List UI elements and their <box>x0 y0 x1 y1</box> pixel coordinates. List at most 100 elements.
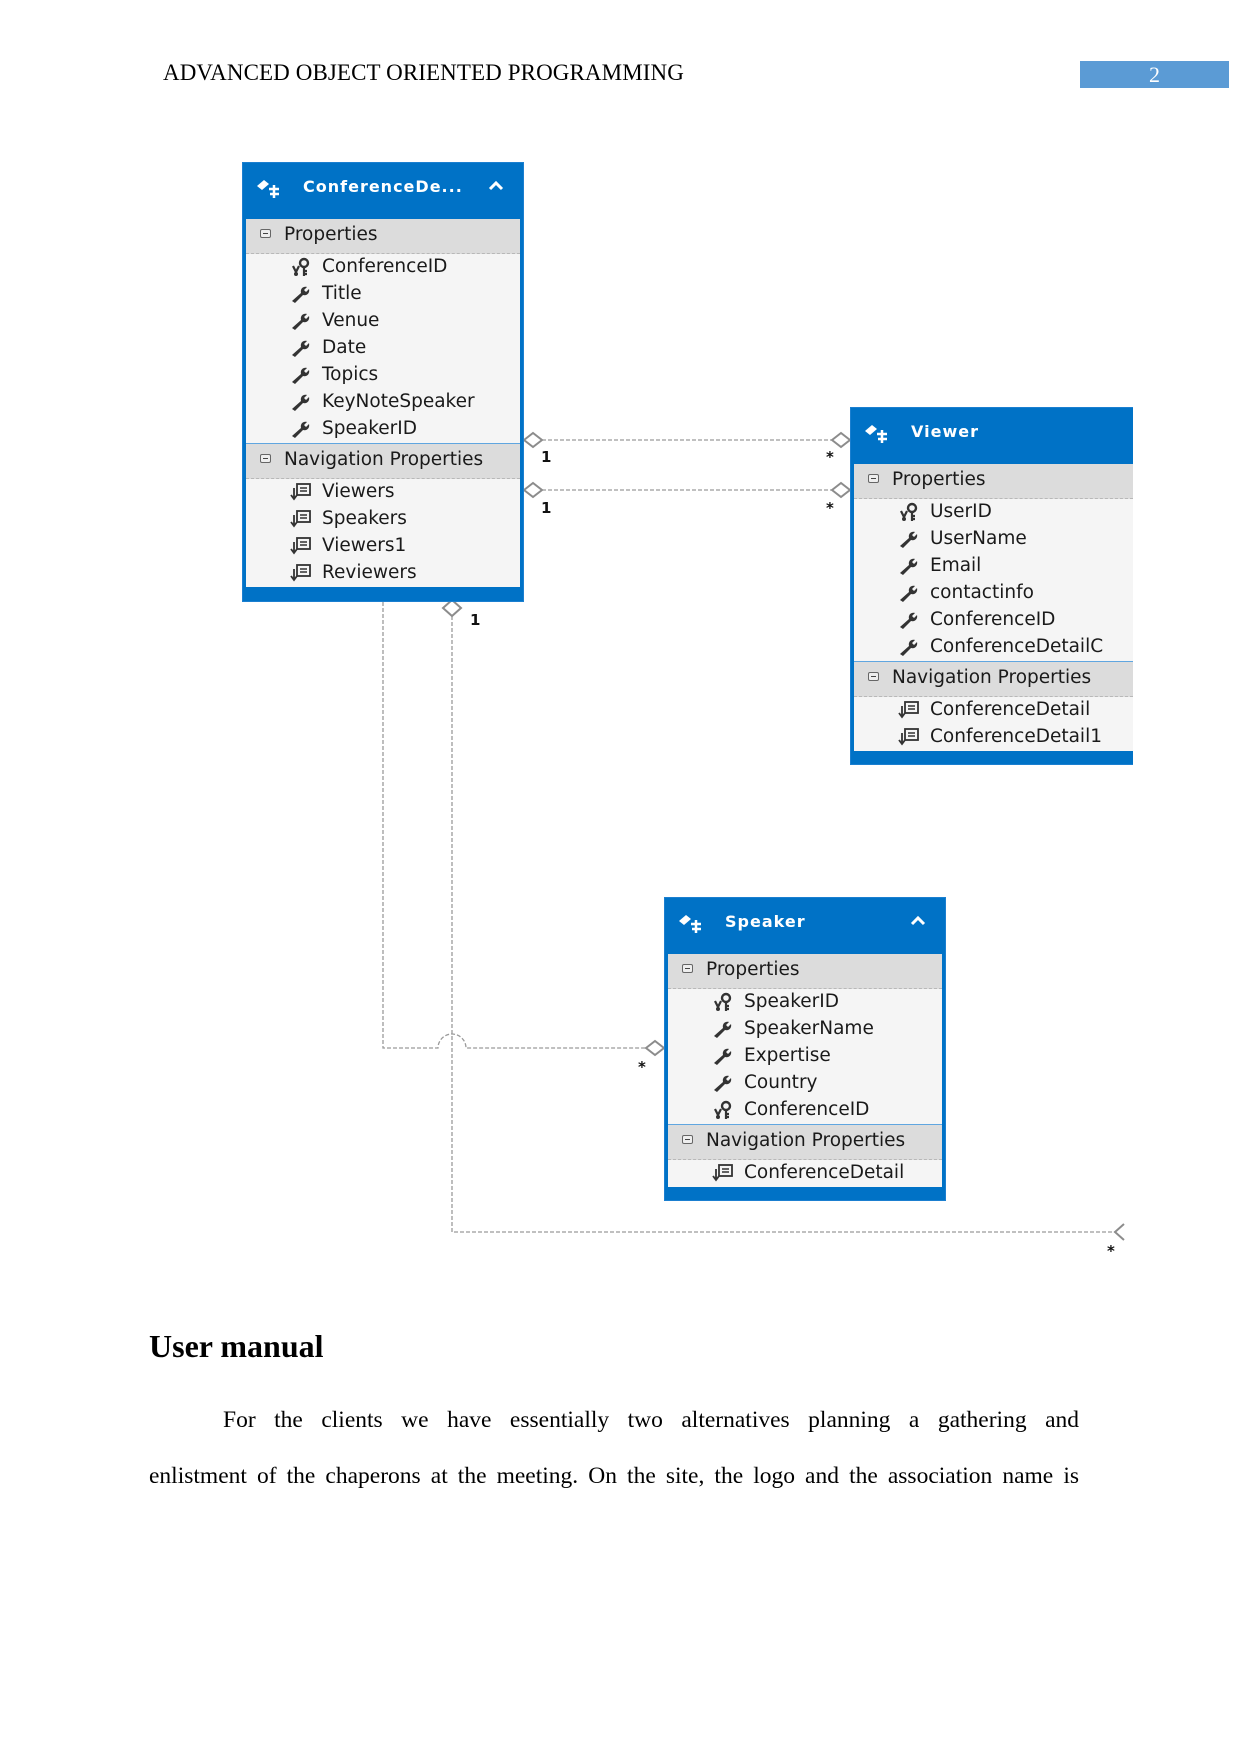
property-row[interactable]: ConferenceDetailC <box>854 634 1133 661</box>
property-row[interactable]: ConferenceDetail <box>854 697 1133 724</box>
navigation-property-icon <box>898 700 920 720</box>
section-label: Navigation Properties <box>706 1130 906 1151</box>
property-name: Expertise <box>744 1045 831 1066</box>
property-row[interactable]: Expertise <box>668 1043 942 1070</box>
navigation-property-icon <box>898 727 920 747</box>
wrench-icon <box>290 419 312 439</box>
entity-type-icon <box>257 180 279 198</box>
association-diamond <box>830 481 852 499</box>
property-row[interactable]: ConferenceDetail <box>668 1160 942 1187</box>
entity-conference-detail[interactable]: ConferenceDe... Properties ConferenceID T… <box>242 162 524 602</box>
association-diamond <box>522 431 544 449</box>
multiplicity-label: 1 <box>541 448 552 466</box>
property-row[interactable]: Country <box>668 1070 942 1097</box>
collapse-section-icon[interactable] <box>868 672 879 681</box>
property-row[interactable]: UserID <box>854 499 1133 526</box>
property-name: KeyNoteSpeaker <box>322 391 475 412</box>
wrench-icon <box>712 1073 734 1093</box>
property-name: Date <box>322 337 367 358</box>
entity-header[interactable]: ConferenceDe... <box>243 163 523 219</box>
section-header-properties[interactable]: Properties <box>668 954 942 989</box>
property-row[interactable]: UserName <box>854 526 1133 553</box>
multiplicity-label: 1 <box>541 499 552 517</box>
property-row[interactable]: ConferenceDetail1 <box>854 724 1133 751</box>
collapse-section-icon[interactable] <box>682 1135 693 1144</box>
property-row[interactable]: SpeakerID <box>668 989 942 1016</box>
chevron-up-icon[interactable] <box>485 175 507 197</box>
multiplicity-label: * <box>826 448 834 466</box>
chevron-up-icon[interactable] <box>907 910 929 932</box>
property-row[interactable]: Reviewers <box>246 560 520 587</box>
section-header-navigation-properties[interactable]: Navigation Properties <box>668 1124 942 1160</box>
property-row[interactable]: Speakers <box>246 506 520 533</box>
section-label: Properties <box>706 959 800 980</box>
section-header-navigation-properties[interactable]: Navigation Properties <box>854 661 1133 697</box>
association-diamond <box>522 481 544 499</box>
navigation-property-icon <box>290 563 312 583</box>
navigation-property-icon <box>290 482 312 502</box>
property-name: ConferenceID <box>930 609 1056 630</box>
navigation-property-icon <box>290 509 312 529</box>
property-row[interactable]: contactinfo <box>854 580 1133 607</box>
property-name: Venue <box>322 310 380 331</box>
property-name: Speakers <box>322 508 407 529</box>
association-arrowhead <box>1113 1223 1125 1241</box>
entity-title: Speaker <box>725 912 806 931</box>
entity-viewer[interactable]: Viewer Properties UserID UserName Email con… <box>850 407 1133 765</box>
section-heading: User manual <box>149 1328 324 1364</box>
property-row[interactable]: Title <box>246 281 520 308</box>
collapse-section-icon[interactable] <box>260 229 271 238</box>
property-name: contactinfo <box>930 582 1034 603</box>
association-diamond <box>441 598 463 618</box>
wrench-icon <box>290 338 312 358</box>
association-diamond <box>830 431 852 449</box>
property-row[interactable]: ConferenceID <box>246 254 520 281</box>
property-row[interactable]: ConferenceID <box>854 607 1133 634</box>
entity-type-icon <box>679 915 701 933</box>
property-row[interactable]: SpeakerID <box>246 416 520 443</box>
entity-speaker[interactable]: Speaker Properties SpeakerID SpeakerName E… <box>664 897 946 1201</box>
property-name: ConferenceDetail1 <box>930 726 1102 747</box>
property-name: Title <box>322 283 362 304</box>
property-row[interactable]: Email <box>854 553 1133 580</box>
multiplicity-label: * <box>638 1058 646 1076</box>
property-row[interactable]: Viewers1 <box>246 533 520 560</box>
section-header-properties[interactable]: Properties <box>246 219 520 254</box>
section-header-properties[interactable]: Properties <box>854 464 1133 499</box>
wrench-icon <box>290 284 312 304</box>
key-icon <box>712 992 734 1012</box>
wrench-icon <box>898 610 920 630</box>
key-icon <box>898 502 920 522</box>
property-name: SpeakerID <box>744 991 839 1012</box>
collapse-section-icon[interactable] <box>868 474 879 483</box>
property-row[interactable]: SpeakerName <box>668 1016 942 1043</box>
body-paragraph-line: enlistment of the chaperons at the meeti… <box>149 1463 1079 1489</box>
property-row[interactable]: Topics <box>246 362 520 389</box>
property-row[interactable]: KeyNoteSpeaker <box>246 389 520 416</box>
multiplicity-label: * <box>826 499 834 517</box>
property-row[interactable]: Date <box>246 335 520 362</box>
wrench-icon <box>290 365 312 385</box>
property-name: SpeakerName <box>744 1018 874 1039</box>
property-row[interactable]: ConferenceID <box>668 1097 942 1124</box>
property-name: Country <box>744 1072 818 1093</box>
key-icon <box>290 257 312 277</box>
section-header-navigation-properties[interactable]: Navigation Properties <box>246 443 520 479</box>
multiplicity-label: 1 <box>470 611 481 629</box>
property-name: Topics <box>322 364 379 385</box>
body-paragraph-line: For the clients we have essentially two … <box>223 1407 1079 1433</box>
collapse-section-icon[interactable] <box>260 454 271 463</box>
association-diamond <box>644 1039 666 1057</box>
property-name: Email <box>930 555 982 576</box>
entity-header[interactable]: Viewer <box>851 408 1133 464</box>
property-name: ConferenceDetail <box>744 1162 905 1183</box>
property-row[interactable]: Venue <box>246 308 520 335</box>
multiplicity-label: * <box>1107 1242 1115 1260</box>
collapse-section-icon[interactable] <box>682 964 693 973</box>
property-name: Viewers1 <box>322 535 407 556</box>
property-row[interactable]: Viewers <box>246 479 520 506</box>
entity-header[interactable]: Speaker <box>665 898 945 954</box>
property-name: UserName <box>930 528 1027 549</box>
property-name: ConferenceDetailC <box>930 636 1104 657</box>
wrench-icon <box>290 392 312 412</box>
